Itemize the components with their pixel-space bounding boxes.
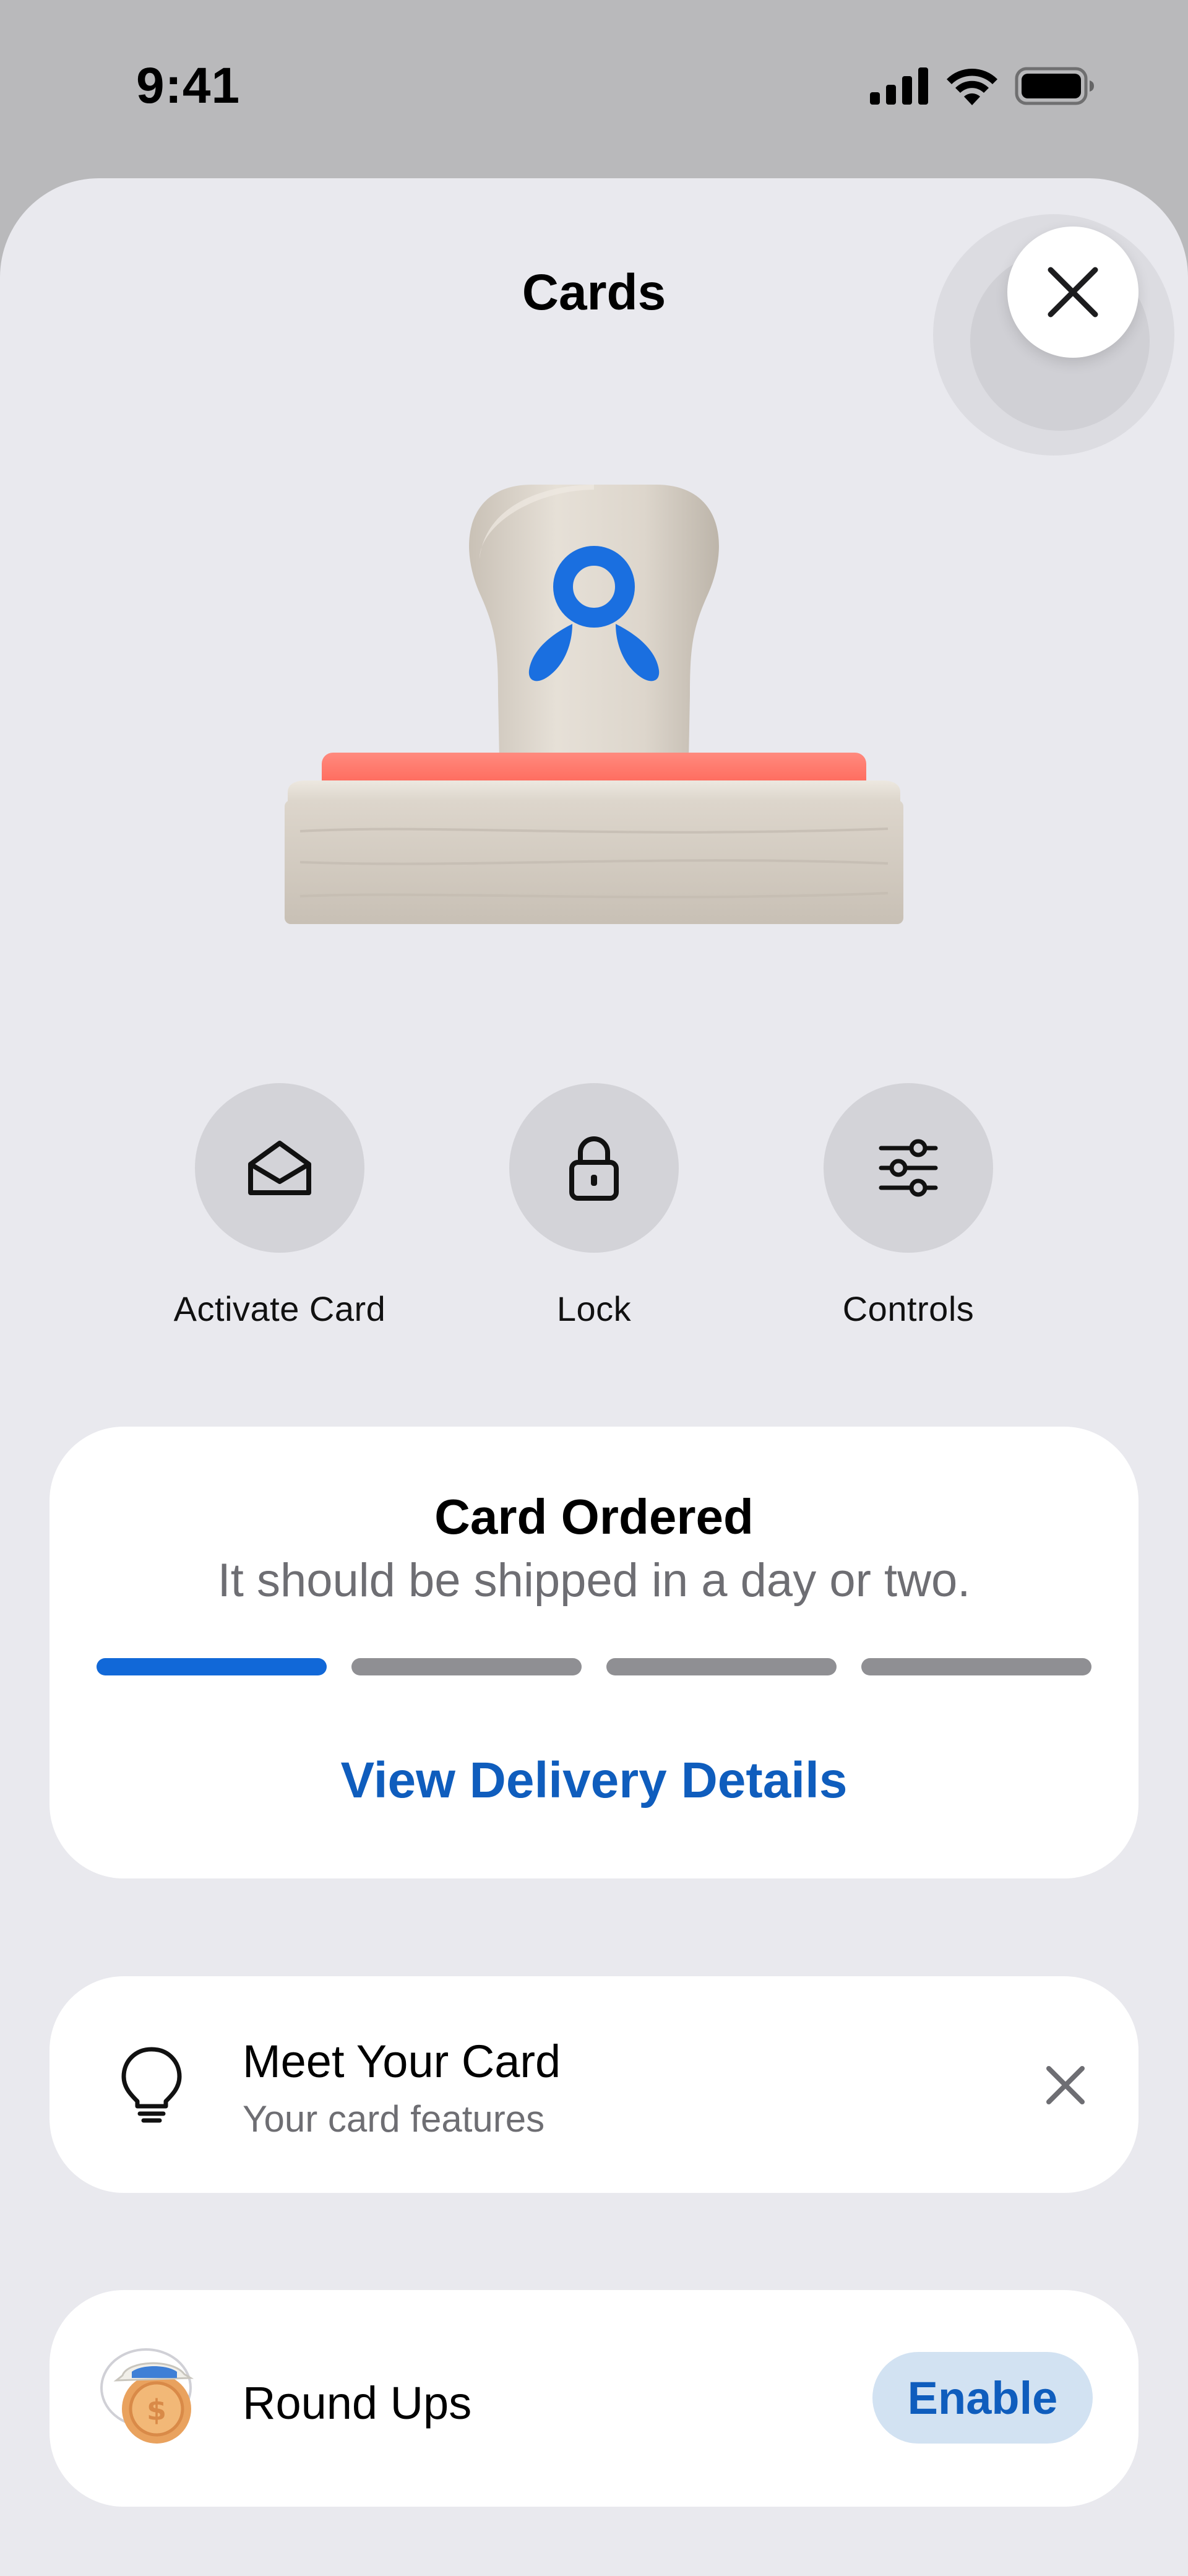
progress-step-1 (97, 1658, 327, 1675)
activate-card-circle[interactable] (195, 1083, 364, 1253)
order-status-card: Card Ordered It should be shipped in a d… (50, 1427, 1138, 1878)
svg-text:$: $ (147, 2393, 166, 2427)
controls-button[interactable]: Controls (778, 1083, 1038, 1329)
round-ups-card: $ Round Ups Enable (50, 2290, 1138, 2507)
status-time: 9:41 (136, 58, 241, 114)
lock-label: Lock (556, 1289, 632, 1328)
lock-icon (569, 1136, 619, 1201)
progress-step-4 (861, 1658, 1091, 1675)
order-status-title: Card Ordered (434, 1489, 754, 1544)
meet-your-card-banner[interactable]: Meet Your Card Your card features (50, 1976, 1138, 2193)
order-status-subtitle: It should be shipped in a day or two. (217, 1554, 971, 1607)
status-icons (870, 67, 1095, 105)
activate-card-button[interactable]: Activate Card (150, 1083, 410, 1329)
piggy-coin-icon: $ (100, 2348, 194, 2444)
lock-button[interactable]: Lock (464, 1083, 724, 1329)
status-bar: 9:41 (0, 0, 1188, 176)
close-icon (1048, 267, 1098, 318)
enable-round-ups-button[interactable]: Enable (872, 2352, 1093, 2444)
meet-your-card-title: Meet Your Card (243, 2036, 561, 2087)
lightbulb-icon (121, 2047, 182, 2123)
meet-your-card-subtitle: Your card features (243, 2098, 545, 2140)
progress-step-3 (606, 1658, 837, 1675)
card-actions: Activate Card Lock Controls (0, 1083, 1188, 1355)
cards-sheet: Cards Activate Card Lock Controls Card O… (0, 178, 1188, 2576)
round-ups-title: Round Ups (243, 2377, 472, 2429)
envelope-open-icon (248, 1141, 311, 1195)
sliders-icon (879, 1139, 938, 1197)
progress-step-2 (351, 1658, 582, 1675)
view-delivery-details-link[interactable]: View Delivery Details (50, 1752, 1138, 1810)
controls-label: Controls (842, 1289, 975, 1328)
lock-circle[interactable] (509, 1083, 679, 1253)
battery-icon (1015, 67, 1094, 105)
controls-circle[interactable] (824, 1083, 993, 1253)
close-icon (1046, 2066, 1085, 2104)
dismiss-meet-card-button[interactable] (1036, 2055, 1095, 2115)
close-button[interactable] (1007, 227, 1138, 358)
delivery-progress (97, 1658, 1091, 1675)
activate-card-label: Activate Card (173, 1289, 386, 1328)
wifi-icon (947, 69, 997, 105)
cellular-signal-icon (870, 67, 928, 105)
card-stamp-illustration (285, 485, 903, 924)
